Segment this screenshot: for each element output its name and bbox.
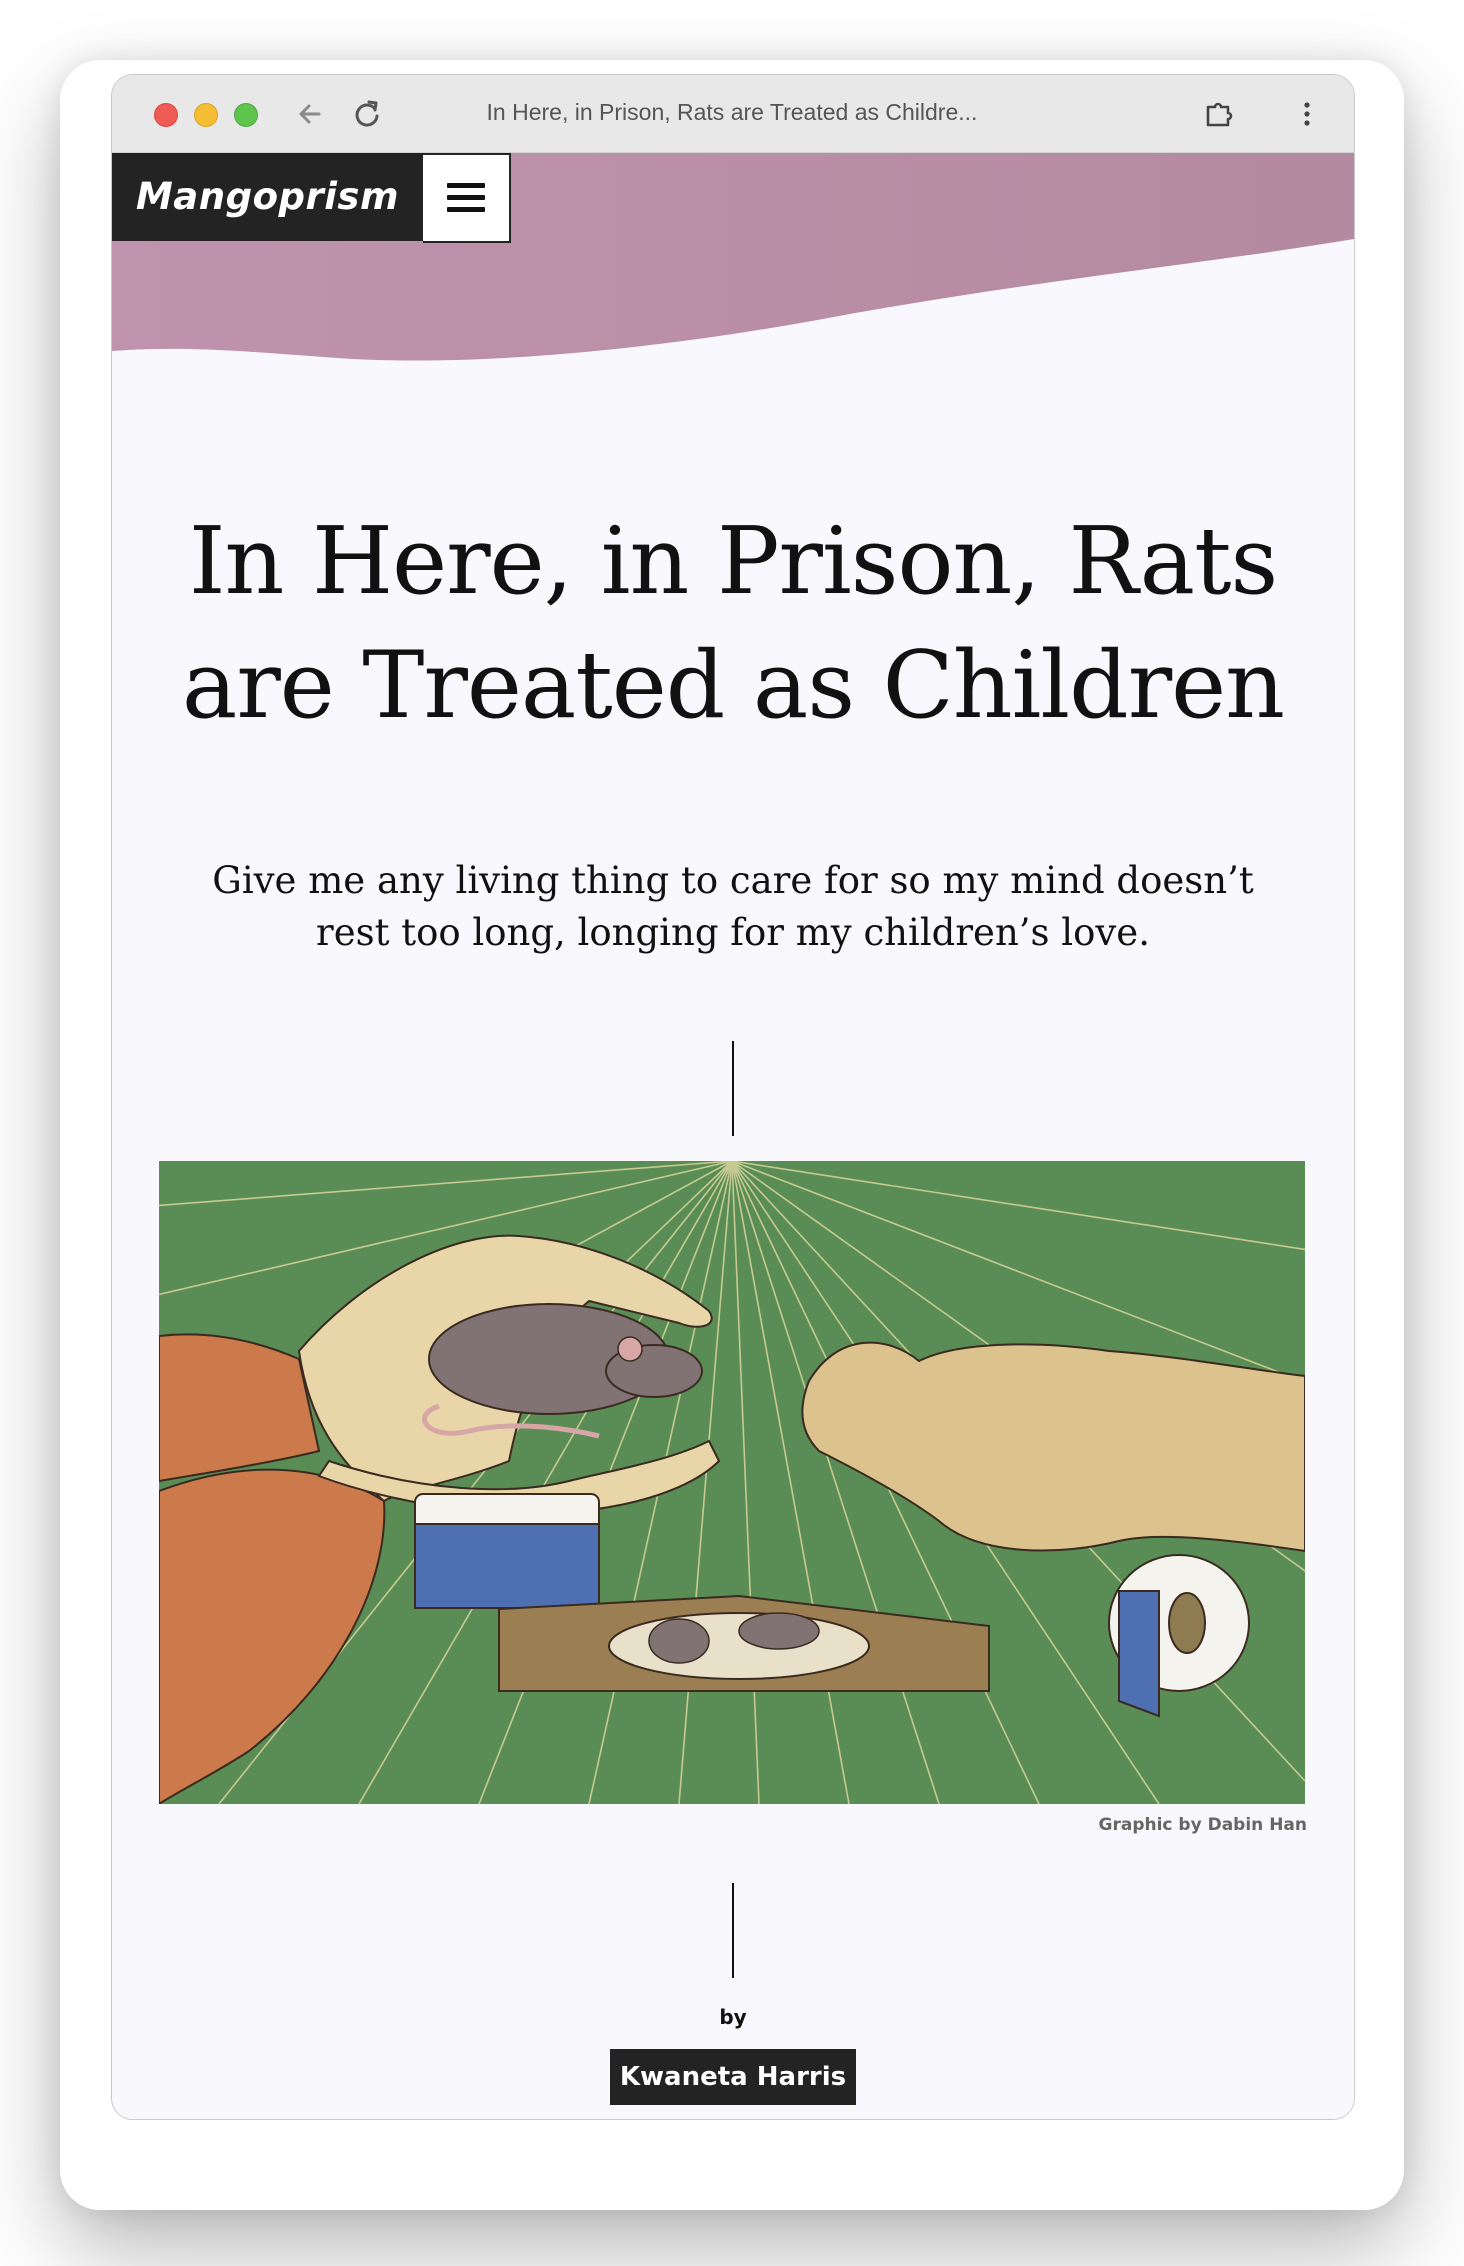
reload-icon[interactable] (350, 97, 384, 131)
divider-line (732, 1041, 734, 1136)
minimize-window-button[interactable] (194, 103, 218, 127)
browser-titlebar: In Here, in Prison, Rats are Treated as … (112, 75, 1354, 153)
article-subtitle: Give me any living thing to care for so … (212, 859, 1254, 954)
maximize-window-button[interactable] (234, 103, 258, 127)
close-window-button[interactable] (154, 103, 178, 127)
author-link[interactable]: Kwaneta Harris (610, 2049, 856, 2105)
article-illustration (159, 1161, 1305, 1804)
byline-label: by (719, 2005, 747, 2029)
page-content: Mangoprism In Here, in Prison, Rats are … (112, 153, 1354, 2119)
site-logo[interactable]: Mangoprism (112, 153, 423, 241)
article-title: In Here, in Prison, Rats are Treated as … (181, 507, 1285, 739)
divider-line (732, 1883, 734, 1978)
tab-title: In Here, in Prison, Rats are Treated as … (486, 99, 978, 125)
hamburger-menu-icon[interactable] (423, 153, 511, 243)
more-vert-icon[interactable] (1290, 97, 1324, 131)
extension-icon[interactable] (1202, 97, 1236, 131)
browser-window: In Here, in Prison, Rats are Treated as … (111, 74, 1355, 2120)
image-caption: Graphic by Dabin Han (1098, 1815, 1307, 1835)
back-arrow-icon[interactable] (293, 97, 327, 131)
